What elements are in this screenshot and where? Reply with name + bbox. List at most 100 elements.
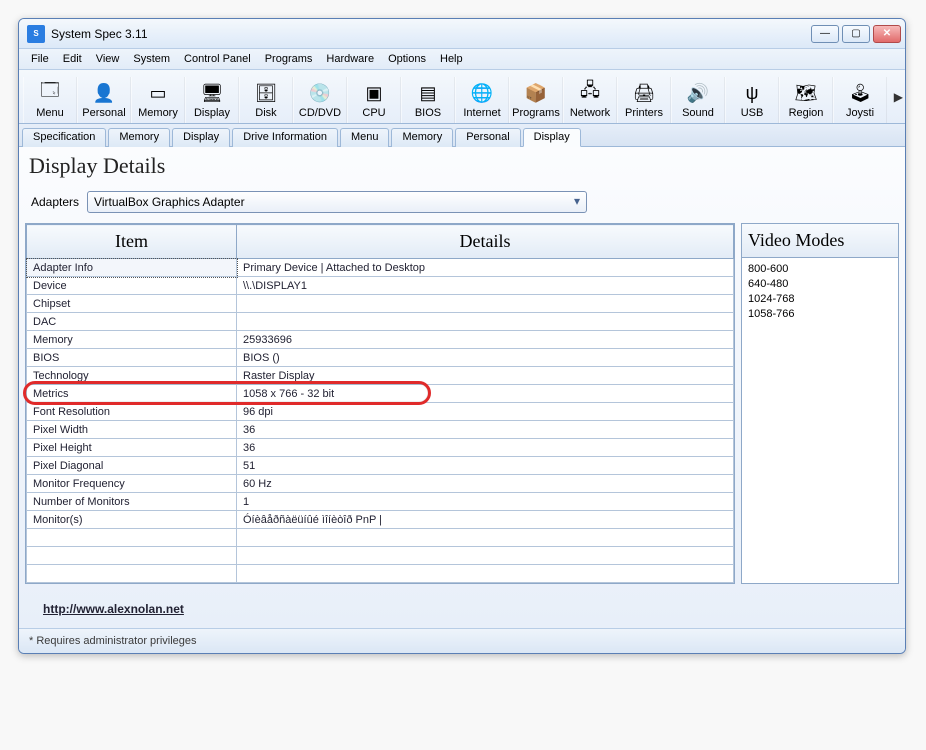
video-mode-item[interactable]: 1058-766 bbox=[748, 307, 892, 322]
col-header-item[interactable]: Item bbox=[27, 225, 237, 259]
cell-details: Primary Device | Attached to Desktop bbox=[237, 259, 734, 277]
cell-details bbox=[237, 295, 734, 313]
table-row[interactable]: Pixel Diagonal51 bbox=[27, 457, 734, 475]
toolbar-disk[interactable]: 🗄Disk bbox=[239, 77, 293, 123]
menu-system[interactable]: System bbox=[127, 51, 176, 67]
video-mode-item[interactable]: 800-600 bbox=[748, 262, 892, 277]
table-row[interactable]: BIOSBIOS () bbox=[27, 349, 734, 367]
programs-icon: 📦 bbox=[522, 79, 550, 107]
tab-specification[interactable]: Specification bbox=[22, 128, 106, 147]
tab-memory[interactable]: Memory bbox=[391, 128, 453, 147]
col-header-details[interactable]: Details bbox=[237, 225, 734, 259]
menu-options[interactable]: Options bbox=[382, 51, 432, 67]
table-row[interactable]: DAC bbox=[27, 313, 734, 331]
cell-item: Memory bbox=[27, 331, 237, 349]
window-title: System Spec 3.11 bbox=[51, 27, 811, 41]
cell-item: BIOS bbox=[27, 349, 237, 367]
toolbar-display[interactable]: 🖥Display bbox=[185, 77, 239, 123]
maximize-button[interactable]: ▢ bbox=[842, 25, 870, 43]
toolbar-label: Disk bbox=[255, 107, 276, 119]
table-row[interactable]: Pixel Width36 bbox=[27, 421, 734, 439]
cd-dvd-icon: 💿 bbox=[306, 79, 334, 107]
tab-display[interactable]: Display bbox=[523, 128, 581, 147]
network-icon: 🖧 bbox=[576, 79, 604, 107]
cell-details: 60 Hz bbox=[237, 475, 734, 493]
table-row[interactable]: TechnologyRaster Display bbox=[27, 367, 734, 385]
video-modes-header: Video Modes bbox=[742, 224, 898, 258]
cell-details: 51 bbox=[237, 457, 734, 475]
tab-display[interactable]: Display bbox=[172, 128, 230, 147]
adapter-selected-value: VirtualBox Graphics Adapter bbox=[94, 195, 245, 209]
table-row[interactable]: Monitor(s)Óíèâåðñàëüíûé ìîíèòîð PnP | bbox=[27, 511, 734, 529]
tab-drive-information[interactable]: Drive Information bbox=[232, 128, 338, 147]
adapter-select[interactable]: VirtualBox Graphics Adapter bbox=[87, 191, 587, 213]
cell-details: 1 bbox=[237, 493, 734, 511]
cell-item: Pixel Height bbox=[27, 439, 237, 457]
toolbar-label: BIOS bbox=[415, 107, 441, 119]
close-button[interactable]: ✕ bbox=[873, 25, 901, 43]
cell-item: Number of Monitors bbox=[27, 493, 237, 511]
toolbar-overflow-icon[interactable]: ▶ bbox=[894, 90, 903, 104]
table-row[interactable]: Font Resolution96 dpi bbox=[27, 403, 734, 421]
tab-personal[interactable]: Personal bbox=[455, 128, 520, 147]
toolbar-personal[interactable]: 👤Personal bbox=[77, 77, 131, 123]
toolbar-cpu[interactable]: ▣CPU bbox=[347, 77, 401, 123]
table-row[interactable]: Monitor Frequency60 Hz bbox=[27, 475, 734, 493]
tab-strip: SpecificationMemoryDisplayDrive Informat… bbox=[19, 124, 905, 147]
toolbar-region[interactable]: 🗺Region bbox=[779, 77, 833, 123]
menu-view[interactable]: View bbox=[90, 51, 126, 67]
toolbar-label: Memory bbox=[138, 107, 178, 119]
memory-icon: ▭ bbox=[144, 79, 172, 107]
menu-help[interactable]: Help bbox=[434, 51, 469, 67]
details-table: Item Details Adapter InfoPrimary Device … bbox=[26, 224, 734, 583]
cell-item: Font Resolution bbox=[27, 403, 237, 421]
toolbar-joysti[interactable]: 🕹Joysti bbox=[833, 77, 887, 123]
tab-menu[interactable]: Menu bbox=[340, 128, 390, 147]
cell-details: \\.\DISPLAY1 bbox=[237, 277, 734, 295]
toolbar-menu[interactable]: 🗔Menu bbox=[23, 77, 77, 123]
table-row[interactable]: Memory25933696 bbox=[27, 331, 734, 349]
menu-control-panel[interactable]: Control Panel bbox=[178, 51, 257, 67]
printers-icon: 🖨 bbox=[630, 79, 658, 107]
toolbar-usb[interactable]: ψUSB bbox=[725, 77, 779, 123]
video-mode-item[interactable]: 1024-768 bbox=[748, 292, 892, 307]
video-modes-list: 800-600640-4801024-7681058-766 bbox=[742, 258, 898, 325]
toolbar-internet[interactable]: 🌐Internet bbox=[455, 77, 509, 123]
toolbar-memory[interactable]: ▭Memory bbox=[131, 77, 185, 123]
joysti-icon: 🕹 bbox=[846, 79, 874, 107]
video-mode-item[interactable]: 640-480 bbox=[748, 277, 892, 292]
menubar: FileEditViewSystemControl PanelProgramsH… bbox=[19, 49, 905, 70]
details-table-wrap: Item Details Adapter InfoPrimary Device … bbox=[25, 223, 735, 584]
minimize-button[interactable]: — bbox=[811, 25, 839, 43]
menu-file[interactable]: File bbox=[25, 51, 55, 67]
cell-item: Metrics bbox=[27, 385, 237, 403]
personal-icon: 👤 bbox=[90, 79, 118, 107]
window-buttons: — ▢ ✕ bbox=[811, 25, 901, 43]
toolbar-printers[interactable]: 🖨Printers bbox=[617, 77, 671, 123]
cpu-icon: ▣ bbox=[360, 79, 388, 107]
cell-details bbox=[237, 313, 734, 331]
toolbar-label: Joysti bbox=[846, 107, 874, 119]
toolbar-programs[interactable]: 📦Programs bbox=[509, 77, 563, 123]
tab-memory[interactable]: Memory bbox=[108, 128, 170, 147]
menu-edit[interactable]: Edit bbox=[57, 51, 88, 67]
table-row[interactable]: Pixel Height36 bbox=[27, 439, 734, 457]
menu-programs[interactable]: Programs bbox=[259, 51, 319, 67]
region-icon: 🗺 bbox=[792, 79, 820, 107]
toolbar-cd-dvd[interactable]: 💿CD/DVD bbox=[293, 77, 347, 123]
table-row[interactable]: Metrics1058 x 766 - 32 bit bbox=[27, 385, 734, 403]
video-modes-panel: Video Modes 800-600640-4801024-7681058-7… bbox=[741, 223, 899, 584]
toolbar-label: Region bbox=[789, 107, 824, 119]
toolbar-bios[interactable]: ▤BIOS bbox=[401, 77, 455, 123]
table-row[interactable]: Chipset bbox=[27, 295, 734, 313]
footer-link[interactable]: http://www.alexnolan.net bbox=[25, 584, 899, 622]
bios-icon: ▤ bbox=[414, 79, 442, 107]
table-row[interactable]: Adapter InfoPrimary Device | Attached to… bbox=[27, 259, 734, 277]
cell-details: 96 dpi bbox=[237, 403, 734, 421]
menu-hardware[interactable]: Hardware bbox=[320, 51, 380, 67]
main-grid: Item Details Adapter InfoPrimary Device … bbox=[25, 223, 899, 584]
table-row[interactable]: Number of Monitors1 bbox=[27, 493, 734, 511]
table-row[interactable]: Device\\.\DISPLAY1 bbox=[27, 277, 734, 295]
toolbar-network[interactable]: 🖧Network bbox=[563, 77, 617, 123]
toolbar-sound[interactable]: 🔊Sound bbox=[671, 77, 725, 123]
